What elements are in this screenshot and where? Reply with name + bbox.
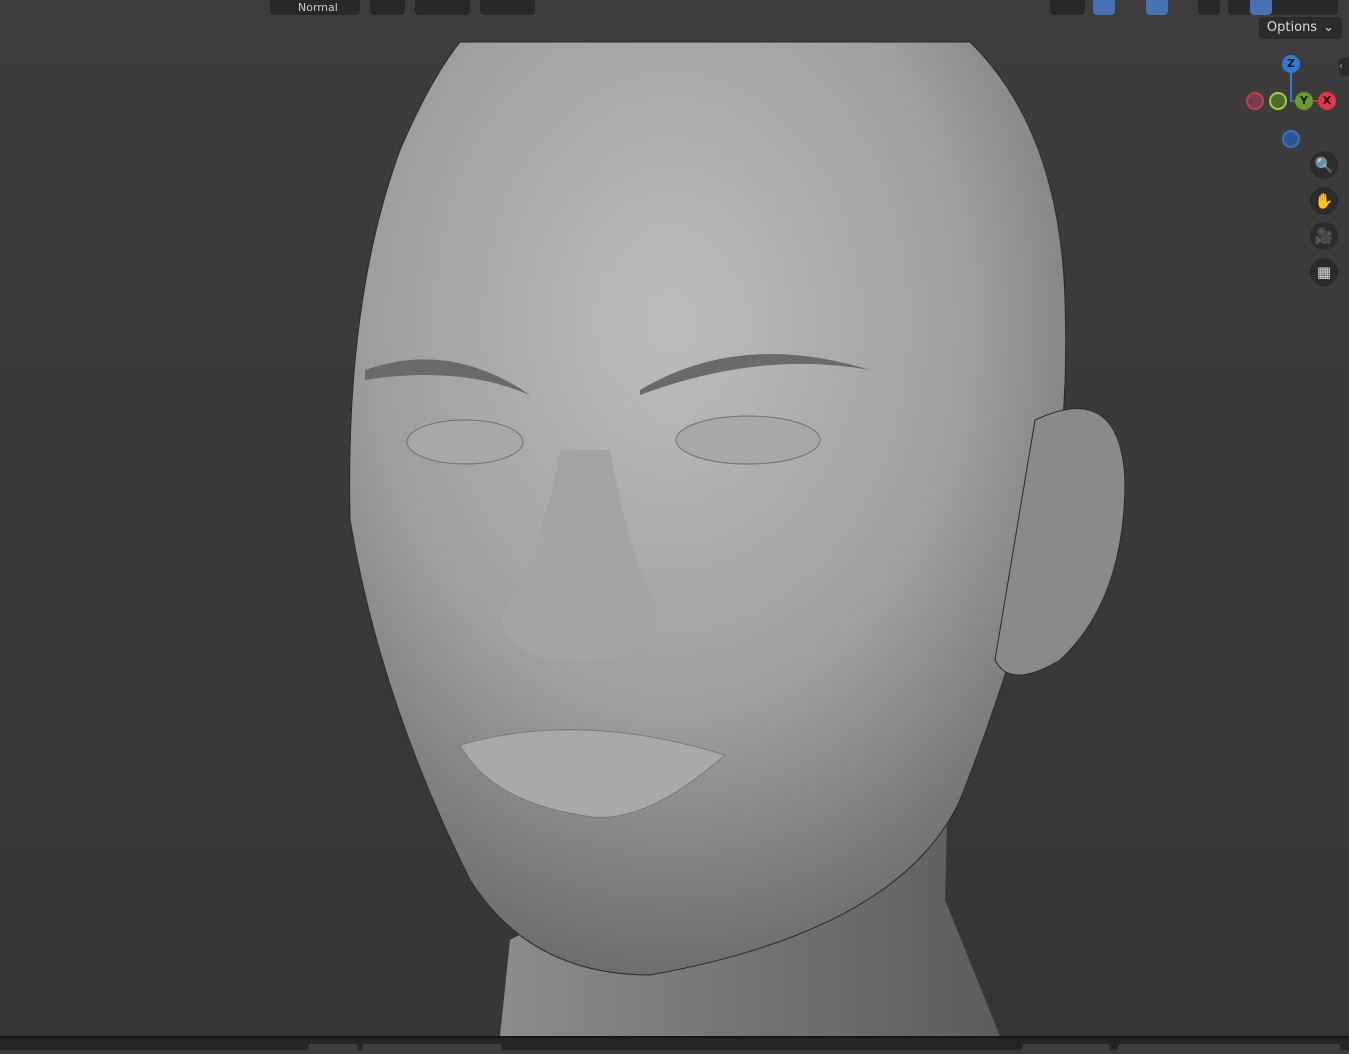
viewport-header: Normal [0,0,1349,15]
zoom-in-icon[interactable]: 🔍 [1310,151,1338,179]
overlay-toggle[interactable] [1146,0,1168,15]
timeline-button[interactable] [308,1044,358,1054]
sidebar-toggle[interactable]: ‹ [1339,58,1349,76]
frame-field[interactable] [1022,1044,1110,1054]
axis-z[interactable]: Z [1282,55,1300,73]
gizmo-toggle[interactable] [1093,0,1115,15]
camera-icon[interactable]: 🎥 [1310,222,1338,250]
chevron-down-icon: ⌄ [1323,20,1334,35]
xray-toggle[interactable] [1198,0,1220,15]
axis-neg-y[interactable] [1269,92,1287,110]
shading-dropdown[interactable]: Normal [270,0,360,15]
axis-neg-z[interactable] [1282,130,1300,148]
shading-buttons[interactable] [1228,0,1338,15]
axis-y[interactable]: Y [1295,92,1313,110]
proportional-edit-button[interactable] [480,0,535,15]
3d-viewport[interactable]: Normal Options ⌄ ‹ Z Y X 🔍 ✋ 🎥 ▦ [0,0,1349,1036]
grid-icon[interactable]: ▦ [1310,258,1338,286]
pivot-button[interactable] [370,0,405,15]
options-dropdown[interactable]: Options ⌄ [1258,17,1342,39]
timeline-header [0,1036,1349,1054]
axis-x[interactable]: X [1318,92,1336,110]
snap-button[interactable] [415,0,470,15]
options-label: Options [1266,20,1318,35]
axis-neg-x[interactable] [1246,92,1264,110]
solid-shading-button[interactable] [1250,0,1272,15]
shading-label: Normal [298,1,338,14]
frame-range[interactable] [1118,1044,1340,1054]
hand-icon[interactable]: ✋ [1310,187,1338,215]
visibility-button[interactable] [1050,0,1085,15]
head-model [349,41,1126,1036]
playback-controls[interactable] [362,1044,502,1054]
